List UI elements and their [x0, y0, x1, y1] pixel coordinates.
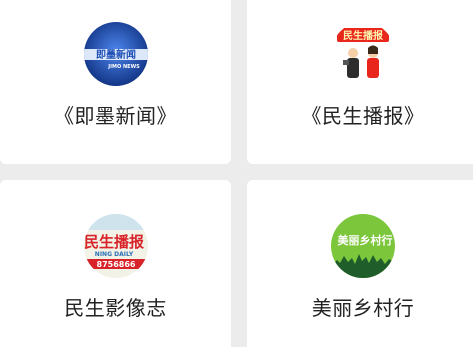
- jimo-news-logo-icon: 即墨新闻 JIMO NEWS: [83, 22, 148, 86]
- minsheng-yingxiangzhi-logo-icon: 民生播报 NING DAILY 8756866: [83, 214, 148, 278]
- program-title: 民生影像志: [64, 296, 167, 320]
- program-grid: 即墨新闻 JIMO NEWS 《即墨新闻》 民生播报 《民生播报》 民生播报 N…: [0, 0, 473, 347]
- program-title: 《民生播报》: [301, 104, 425, 128]
- svg-text:民生播报: 民生播报: [84, 233, 144, 251]
- minsheng-bobao-logo-icon: 民生播报: [331, 22, 395, 86]
- program-card-meili-xiangcun[interactable]: 美丽乡村行 美丽乡村行: [247, 180, 473, 347]
- svg-text:JIMO NEWS: JIMO NEWS: [107, 64, 140, 70]
- program-card-jimo-news[interactable]: 即墨新闻 JIMO NEWS 《即墨新闻》: [0, 0, 231, 164]
- svg-text:NING DAILY: NING DAILY: [94, 251, 133, 258]
- program-title: 美丽乡村行: [311, 296, 415, 320]
- program-card-minsheng-bobao[interactable]: 民生播报 《民生播报》: [247, 0, 473, 164]
- svg-text:美丽乡村行: 美丽乡村行: [338, 233, 393, 247]
- svg-text:8756866: 8756866: [96, 260, 135, 269]
- meili-xiangcun-logo-icon: 美丽乡村行: [331, 214, 395, 278]
- program-title: 《即墨新闻》: [54, 104, 177, 128]
- svg-text:民生播报: 民生播报: [343, 29, 383, 42]
- program-card-minsheng-yingxiangzhi[interactable]: 民生播报 NING DAILY 8756866 民生影像志: [0, 180, 231, 347]
- svg-text:即墨新闻: 即墨新闻: [96, 48, 136, 61]
